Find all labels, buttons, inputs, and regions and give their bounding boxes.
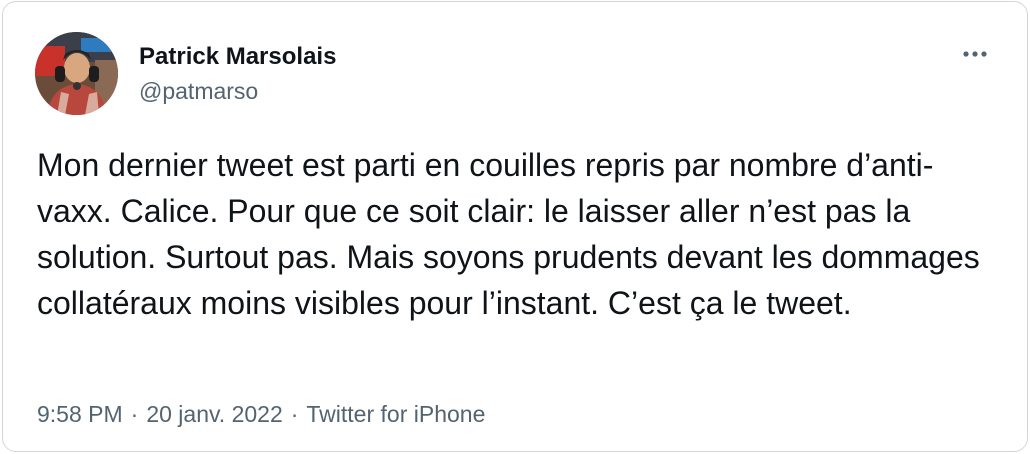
tweet-text: Mon dernier tweet est parti en couilles …	[37, 147, 980, 321]
author-names: Patrick Marsolais @patmarso	[139, 42, 336, 105]
tweet-card: Patrick Marsolais @patmarso Mon dernier …	[2, 1, 1028, 452]
meta-separator: ·	[130, 401, 139, 427]
more-horizontal-icon	[963, 51, 987, 57]
tweet-date[interactable]: 20 janv. 2022	[146, 401, 282, 427]
user-handle[interactable]: @patmarso	[139, 77, 336, 105]
tweet-time[interactable]: 9:58 PM	[37, 401, 123, 427]
display-name[interactable]: Patrick Marsolais	[139, 42, 336, 72]
tweet-header: Patrick Marsolais @patmarso	[35, 32, 995, 118]
tweet-source[interactable]: Twitter for iPhone	[306, 401, 485, 427]
meta-separator: ·	[290, 401, 299, 427]
tweet-metadata: 9:58 PM · 20 janv. 2022 · Twitter for iPhone	[37, 399, 485, 429]
more-options-button[interactable]	[957, 40, 993, 68]
avatar[interactable]	[35, 32, 118, 115]
avatar-image	[35, 32, 118, 115]
